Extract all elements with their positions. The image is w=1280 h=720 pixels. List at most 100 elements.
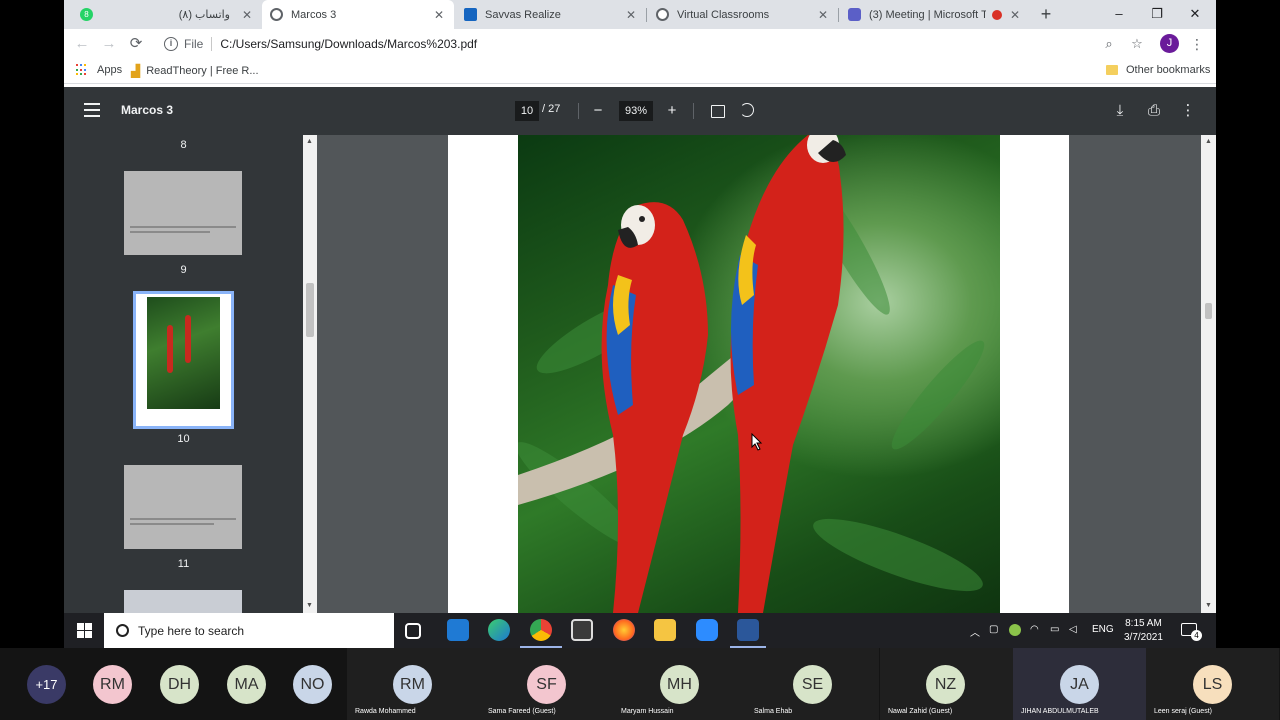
word-icon[interactable] bbox=[737, 619, 759, 641]
sidebar-menu-icon[interactable] bbox=[84, 103, 100, 117]
participant-avatar[interactable]: LS bbox=[1193, 665, 1232, 704]
menu-icon[interactable]: ⋮ bbox=[1187, 34, 1207, 54]
participant-avatar[interactable]: NZ bbox=[926, 665, 965, 704]
participant-name: Salma Ehab bbox=[754, 708, 793, 715]
store-icon[interactable] bbox=[571, 619, 593, 641]
tab-microsoft-teams[interactable]: (3) Meeting | Microsoft Te ✕ bbox=[840, 0, 1030, 29]
print-icon[interactable]: ⎙ bbox=[1143, 100, 1165, 122]
new-tab-button[interactable]: + bbox=[1036, 4, 1056, 24]
participant-avatar[interactable]: JA bbox=[1060, 665, 1099, 704]
pdf-page bbox=[448, 135, 1069, 613]
viewer-scrollbar[interactable]: ▲ ▼ bbox=[1201, 135, 1216, 613]
total-pages: 27 bbox=[548, 103, 561, 115]
file-explorer-icon[interactable] bbox=[654, 619, 676, 641]
readtheory-icon: ▟ bbox=[131, 64, 141, 78]
bookmark-label: ReadTheory | Free R... bbox=[146, 65, 259, 77]
close-tab-icon[interactable]: ✕ bbox=[1008, 8, 1022, 22]
close-tab-icon[interactable]: ✕ bbox=[816, 8, 830, 22]
meeting-participants-bar: +17 RM DH MA NO Rawda Mohammed RM Sama Fareed … bbox=[0, 648, 1280, 720]
meet-now-icon[interactable]: ▢ bbox=[989, 624, 998, 635]
fit-to-page-icon[interactable] bbox=[711, 105, 725, 118]
rotate-icon[interactable] bbox=[740, 103, 754, 117]
toolbar-divider bbox=[578, 103, 579, 119]
taskbar-search-box[interactable]: Type here to search bbox=[104, 613, 394, 648]
task-view-icon[interactable] bbox=[405, 623, 421, 639]
participant-avatar[interactable]: SE bbox=[793, 665, 832, 704]
edge-icon[interactable] bbox=[488, 619, 510, 641]
close-tab-icon[interactable]: ✕ bbox=[240, 8, 254, 22]
recording-icon bbox=[992, 9, 1002, 20]
zoom-app-icon[interactable] bbox=[696, 619, 718, 641]
sidebar-scroll-thumb[interactable] bbox=[306, 283, 314, 337]
zoom-in-button[interactable]: + bbox=[661, 100, 683, 122]
participant-avatar[interactable]: DH bbox=[160, 665, 199, 704]
tab-whatsapp[interactable]: 8 (٨) واتساب ✕ bbox=[72, 0, 262, 29]
battery-icon[interactable]: ▭ bbox=[1050, 624, 1059, 635]
teams-icon bbox=[848, 8, 861, 21]
scroll-up-icon[interactable]: ▲ bbox=[306, 138, 313, 145]
close-tab-icon[interactable]: ✕ bbox=[432, 8, 446, 22]
windows-start-icon[interactable] bbox=[77, 623, 92, 638]
profile-avatar[interactable]: J bbox=[1160, 34, 1179, 53]
thumbnail-page-11[interactable] bbox=[124, 465, 242, 549]
thumbnail-page-10[interactable] bbox=[133, 291, 234, 429]
page-number-input[interactable]: 10 bbox=[515, 101, 539, 121]
participant-avatar[interactable]: RM bbox=[393, 665, 432, 704]
scroll-up-icon[interactable]: ▲ bbox=[1205, 138, 1212, 145]
firefox-icon[interactable] bbox=[613, 619, 635, 641]
forward-button[interactable]: → bbox=[99, 34, 119, 54]
more-participants-button[interactable]: +17 bbox=[27, 665, 66, 704]
address-bar[interactable]: i File C:/Users/Samsung/Downloads/Marcos… bbox=[154, 31, 1130, 57]
thumbnail-text-line bbox=[130, 231, 210, 233]
zoom-icon[interactable]: ⌕ bbox=[1099, 34, 1119, 54]
tab-title: Virtual Classrooms bbox=[677, 8, 770, 21]
thumbnail-page-9[interactable] bbox=[124, 171, 242, 255]
savvas-icon bbox=[464, 8, 477, 21]
scroll-down-icon[interactable]: ▼ bbox=[306, 602, 313, 609]
windows-taskbar: Type here to search ︿ ▢ ◠ ▭ ◁ ENG 8:15 A… bbox=[64, 613, 1216, 648]
info-icon[interactable]: i bbox=[164, 37, 178, 51]
zoom-level-input[interactable]: 93% bbox=[619, 101, 653, 121]
tab-title: Savvas Realize bbox=[485, 8, 561, 21]
close-tab-icon[interactable]: ✕ bbox=[624, 8, 638, 22]
participant-avatar[interactable]: SF bbox=[527, 665, 566, 704]
tray-chevron-icon[interactable]: ︿ bbox=[970, 624, 980, 639]
volume-icon[interactable]: ◁ bbox=[1069, 624, 1077, 635]
participant-avatar[interactable]: MH bbox=[660, 665, 699, 704]
pdf-title: Marcos 3 bbox=[121, 103, 174, 117]
bookmark-readtheory[interactable]: ▟ ReadTheory | Free R... bbox=[131, 64, 259, 78]
participant-avatar[interactable]: MA bbox=[227, 665, 266, 704]
minimize-button[interactable]: – bbox=[1104, 3, 1134, 25]
thumbnail-text-line bbox=[130, 518, 236, 520]
tray-app-icon[interactable] bbox=[1009, 624, 1021, 636]
desktop-screen: 8 (٨) واتساب ✕ Marcos 3 ✕ Savvas Realize… bbox=[64, 0, 1216, 648]
pdf-viewer[interactable] bbox=[317, 135, 1201, 613]
bookmark-apps[interactable]: Apps bbox=[76, 64, 122, 76]
maximize-button[interactable]: ❐ bbox=[1142, 3, 1172, 25]
thumbnail-page-12[interactable] bbox=[124, 590, 242, 613]
star-icon[interactable]: ☆ bbox=[1127, 34, 1147, 54]
other-bookmarks[interactable]: Other bookmarks bbox=[1106, 64, 1210, 76]
sidebar-scrollbar[interactable]: ▲ ▼ bbox=[303, 135, 317, 613]
tab-title: (٨) واتساب bbox=[178, 9, 230, 21]
zoom-out-button[interactable]: − bbox=[587, 100, 609, 122]
mail-icon[interactable] bbox=[447, 619, 469, 641]
download-icon[interactable]: ⤓ bbox=[1109, 100, 1131, 122]
tab-virtual-classrooms[interactable]: Virtual Classrooms ✕ bbox=[648, 0, 838, 29]
taskbar-clock[interactable]: 8:15 AM 3/7/2021 bbox=[1124, 617, 1163, 645]
participant-avatar[interactable]: NO bbox=[293, 665, 332, 704]
reload-button[interactable]: ⟳ bbox=[126, 34, 146, 54]
participant-avatar[interactable]: RM bbox=[93, 665, 132, 704]
viewer-scroll-thumb[interactable] bbox=[1205, 303, 1212, 319]
tab-savvas-realize[interactable]: Savvas Realize ✕ bbox=[456, 0, 646, 29]
wifi-icon[interactable]: ◠ bbox=[1030, 624, 1039, 635]
more-actions-icon[interactable]: ⋮ bbox=[1177, 100, 1199, 122]
scroll-down-icon[interactable]: ▼ bbox=[1205, 602, 1212, 609]
action-center-icon[interactable]: 4 bbox=[1181, 623, 1202, 641]
tab-marcos-3[interactable]: Marcos 3 ✕ bbox=[262, 0, 454, 29]
language-indicator[interactable]: ENG bbox=[1092, 624, 1114, 635]
chrome-icon[interactable] bbox=[530, 619, 552, 641]
back-button[interactable]: ← bbox=[72, 34, 92, 54]
url-text: C:/Users/Samsung/Downloads/Marcos%203.pd… bbox=[220, 37, 478, 51]
close-window-button[interactable]: ✕ bbox=[1180, 3, 1210, 25]
